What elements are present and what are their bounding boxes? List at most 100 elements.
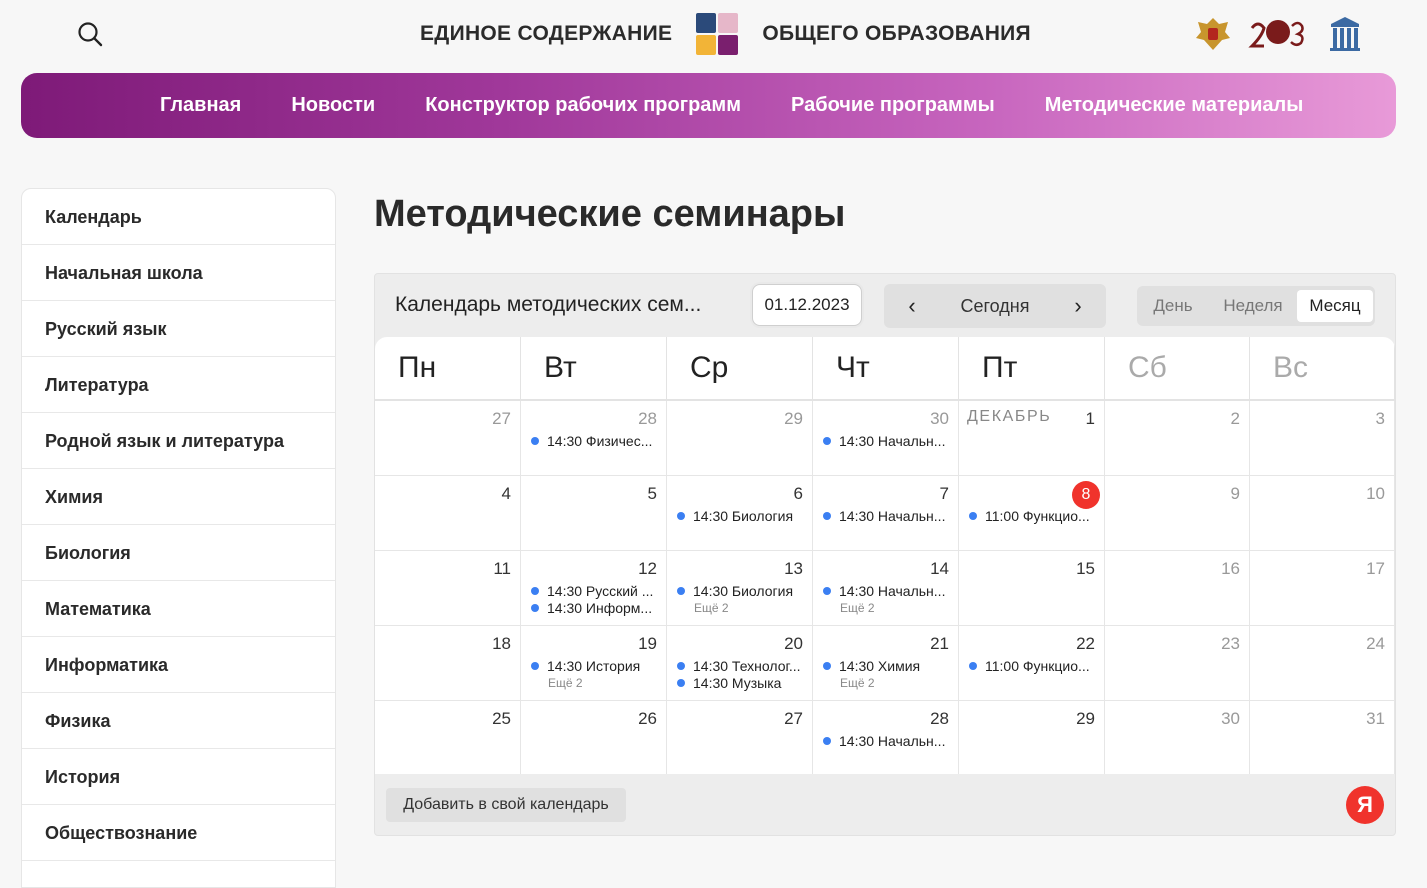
- day-cell[interactable]: 21 14:30 Химия Ещё 2: [813, 626, 959, 700]
- day-cell[interactable]: 30 14:30 Начальн...: [813, 401, 959, 475]
- day-cell[interactable]: 12 14:30 Русский ... 14:30 Информ...: [521, 551, 667, 625]
- day-cell[interactable]: 19 14:30 История Ещё 2: [521, 626, 667, 700]
- yandex-logo[interactable]: Я: [1346, 786, 1384, 824]
- calendar-widget: Календарь методических сем... 01.12.2023…: [374, 273, 1396, 836]
- month-label: ДЕКАБРЬ: [967, 408, 1052, 425]
- day-cell[interactable]: 27: [375, 401, 521, 475]
- calendar-event[interactable]: 14:30 Начальн...: [823, 433, 953, 449]
- calendar-event[interactable]: 14:30 Физичес...: [531, 433, 661, 449]
- more-events-link[interactable]: Ещё 2: [548, 676, 583, 690]
- sidebar-item-history[interactable]: История: [22, 749, 335, 805]
- day-cell[interactable]: 24: [1250, 626, 1395, 700]
- nav-item-work-programs[interactable]: Рабочие программы: [791, 94, 995, 117]
- today-button[interactable]: Сегодня: [940, 284, 1050, 328]
- day-cell[interactable]: 15: [959, 551, 1105, 625]
- day-cell[interactable]: 20 14:30 Технолог... 14:30 Музыка: [667, 626, 813, 700]
- day-cell[interactable]: 4: [375, 476, 521, 550]
- brand[interactable]: ЕДИНОЕ СОДЕРЖАНИЕ ОБЩЕГО ОБРАЗОВАНИЯ: [420, 12, 1031, 56]
- calendar-event[interactable]: 14:30 Информ...: [531, 600, 661, 616]
- year-2023-logo[interactable]: [1248, 14, 1310, 54]
- day-cell[interactable]: 29: [667, 401, 813, 475]
- day-cell[interactable]: 27: [667, 701, 813, 774]
- day-number: 28: [638, 409, 657, 428]
- date-picker-input[interactable]: 01.12.2023: [752, 284, 862, 326]
- day-cell[interactable]: 29: [959, 701, 1105, 774]
- sidebar-item-literature[interactable]: Литература: [22, 357, 335, 413]
- chevron-left-icon[interactable]: ‹: [892, 284, 932, 328]
- calendar-event[interactable]: 11:00 Функцио...: [969, 508, 1099, 524]
- sidebar-item-physics[interactable]: Физика: [22, 693, 335, 749]
- day-number: 21: [930, 634, 949, 653]
- sidebar-item-social-studies[interactable]: Обществознание: [22, 805, 335, 861]
- day-cell[interactable]: 25: [375, 701, 521, 774]
- weekday-label: Вт: [521, 337, 667, 399]
- more-events-link[interactable]: Ещё 2: [840, 676, 875, 690]
- brand-text-right: ОБЩЕГО ОБРАЗОВАНИЯ: [762, 22, 1031, 45]
- institute-logo[interactable]: [1324, 14, 1366, 54]
- day-number: 12: [638, 559, 657, 578]
- calendar-event[interactable]: 14:30 Биология: [677, 508, 807, 524]
- calendar-event[interactable]: 14:30 Русский ...: [531, 583, 661, 599]
- day-cell[interactable]: 10: [1250, 476, 1395, 550]
- nav-item-home[interactable]: Главная: [160, 94, 241, 117]
- day-cell[interactable]: 26: [521, 701, 667, 774]
- weekday-label: Пт: [959, 337, 1105, 399]
- day-cell[interactable]: 11: [375, 551, 521, 625]
- day-cell[interactable]: 3: [1250, 401, 1395, 475]
- day-number: 17: [1366, 559, 1385, 578]
- more-events-link[interactable]: Ещё 2: [694, 601, 729, 615]
- nav-item-news[interactable]: Новости: [291, 94, 375, 117]
- calendar-event[interactable]: 11:00 Функцио...: [969, 658, 1099, 674]
- emblem-logo[interactable]: [1192, 14, 1234, 54]
- nav-item-methodical-materials[interactable]: Методические материалы: [1045, 94, 1304, 117]
- sidebar-item-native-language[interactable]: Родной язык и литература: [22, 413, 335, 469]
- sidebar-item-calendar[interactable]: Календарь: [22, 189, 335, 245]
- day-cell[interactable]: ДЕКАБРЬ 1: [959, 401, 1105, 475]
- day-cell[interactable]: 13 14:30 Биология Ещё 2: [667, 551, 813, 625]
- calendar-event[interactable]: 14:30 Начальн...: [823, 583, 953, 599]
- day-cell[interactable]: 28 14:30 Физичес...: [521, 401, 667, 475]
- calendar-event[interactable]: 14:30 Химия: [823, 658, 953, 674]
- calendar-event[interactable]: 14:30 История: [531, 658, 661, 674]
- day-cell[interactable]: 6 14:30 Биология: [667, 476, 813, 550]
- day-cell[interactable]: 17: [1250, 551, 1395, 625]
- sidebar-item-primary-school[interactable]: Начальная школа: [22, 245, 335, 301]
- sidebar-item-chemistry[interactable]: Химия: [22, 469, 335, 525]
- sidebar-item-informatics[interactable]: Информатика: [22, 637, 335, 693]
- day-cell[interactable]: 23: [1105, 626, 1250, 700]
- day-number: 9: [1230, 484, 1240, 503]
- day-cell[interactable]: 31: [1250, 701, 1395, 774]
- sidebar-item-russian[interactable]: Русский язык: [22, 301, 335, 357]
- calendar-event[interactable]: 14:30 Начальн...: [823, 733, 953, 749]
- day-cell[interactable]: 30: [1105, 701, 1250, 774]
- day-cell[interactable]: 22 11:00 Функцио...: [959, 626, 1105, 700]
- day-number: 29: [1076, 709, 1095, 728]
- add-to-calendar-button[interactable]: Добавить в свой календарь: [386, 788, 626, 822]
- main-nav: Главная Новости Конструктор рабочих прог…: [21, 73, 1396, 138]
- day-cell[interactable]: 16: [1105, 551, 1250, 625]
- calendar-event[interactable]: 14:30 Музыка: [677, 675, 807, 691]
- day-number: 4: [501, 484, 511, 503]
- day-cell[interactable]: 7 14:30 Начальн...: [813, 476, 959, 550]
- day-cell[interactable]: 5: [521, 476, 667, 550]
- day-cell[interactable]: 18: [375, 626, 521, 700]
- day-cell[interactable]: 8 11:00 Функцио...: [959, 476, 1105, 550]
- view-day-button[interactable]: День: [1141, 290, 1205, 322]
- calendar-event[interactable]: 14:30 Биология: [677, 583, 807, 599]
- sidebar-item-math[interactable]: Математика: [22, 581, 335, 637]
- chevron-right-icon[interactable]: ›: [1058, 284, 1098, 328]
- weekday-label: Чт: [813, 337, 959, 399]
- day-number: 28: [930, 709, 949, 728]
- calendar-event[interactable]: 14:30 Технолог...: [677, 658, 807, 674]
- view-month-button[interactable]: Месяц: [1297, 290, 1373, 322]
- day-cell[interactable]: 28 14:30 Начальн...: [813, 701, 959, 774]
- more-events-link[interactable]: Ещё 2: [840, 601, 875, 615]
- calendar-event[interactable]: 14:30 Начальн...: [823, 508, 953, 524]
- sidebar-item-biology[interactable]: Биология: [22, 525, 335, 581]
- search-icon[interactable]: [76, 20, 104, 48]
- day-cell[interactable]: 2: [1105, 401, 1250, 475]
- nav-item-program-builder[interactable]: Конструктор рабочих программ: [425, 94, 741, 117]
- day-cell[interactable]: 9: [1105, 476, 1250, 550]
- day-cell[interactable]: 14 14:30 Начальн... Ещё 2: [813, 551, 959, 625]
- week-row: 25 26 27 28 14:30 Начальн... 29 30 31: [375, 701, 1395, 774]
